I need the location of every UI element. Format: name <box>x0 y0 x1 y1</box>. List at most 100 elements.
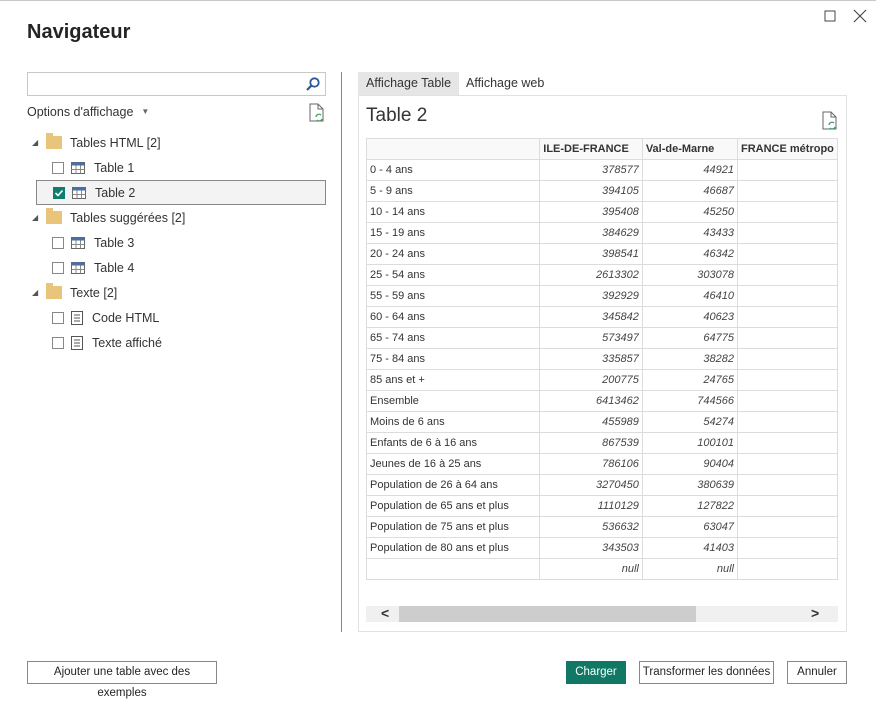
value-cell: 786106 <box>539 453 643 475</box>
table-row: Population de 80 ans et plus 343503 41403 <box>366 537 838 559</box>
table-icon <box>71 161 85 174</box>
value-cell: 90404 <box>641 453 739 475</box>
close-button[interactable] <box>851 7 869 25</box>
row-label-cell: 55 - 59 ans <box>366 285 541 307</box>
column-header[interactable]: FRANCE métropo <box>737 138 838 160</box>
row-label-cell: Jeunes de 16 à 25 ans <box>366 453 541 475</box>
table-icon <box>71 261 85 274</box>
tree-folder-text[interactable]: ◢ Texte [2] <box>30 280 326 305</box>
tree-folder-suggested-tables[interactable]: ◢ Tables suggérées [2] <box>30 205 326 230</box>
value-cell: 41403 <box>641 537 739 559</box>
expand-triangle-icon[interactable]: ◢ <box>32 288 44 297</box>
refresh-button[interactable] <box>308 103 326 126</box>
tree-item-label: Table 2 <box>95 185 136 200</box>
refresh-document-icon <box>822 111 837 130</box>
value-cell: 343503 <box>539 537 643 559</box>
tree-item-table-2[interactable]: Table 2 <box>36 180 326 205</box>
value-cell: 573497 <box>539 327 643 349</box>
tree-item-table-3[interactable]: Table 3 <box>30 230 326 255</box>
row-label-cell: Population de 75 ans et plus <box>366 516 541 538</box>
pane-divider[interactable] <box>341 72 342 632</box>
value-cell: 394105 <box>539 180 643 202</box>
row-label-cell: 15 - 19 ans <box>366 222 541 244</box>
table-icon <box>72 186 86 199</box>
table-row: Jeunes de 16 à 25 ans 786106 90404 <box>366 453 838 475</box>
value-cell <box>737 495 838 517</box>
expand-triangle-icon[interactable]: ◢ <box>32 138 44 147</box>
tree-folder-tables-html[interactable]: ◢ Tables HTML [2] <box>30 130 326 155</box>
checkbox-checked[interactable] <box>53 186 65 199</box>
scroll-right-icon[interactable]: > <box>811 605 819 621</box>
folder-icon <box>46 208 62 224</box>
table-header-row: ILE-DE-FRANCE Val-de-Marne FRANCE métrop… <box>366 138 838 160</box>
table-row: Moins de 6 ans 455989 54274 <box>366 411 838 433</box>
display-options-dropdown[interactable]: Options d'affichage ▼ <box>27 105 149 119</box>
value-cell <box>737 453 838 475</box>
expand-triangle-icon[interactable]: ◢ <box>32 213 44 222</box>
row-label-cell <box>366 558 541 580</box>
data-table: ILE-DE-FRANCE Val-de-Marne FRANCE métrop… <box>366 138 838 580</box>
checkbox[interactable] <box>52 236 64 249</box>
row-label-cell: 60 - 64 ans <box>366 306 541 328</box>
table-row: 25 - 54 ans 2613302 303078 <box>366 264 838 286</box>
checkbox[interactable] <box>52 336 64 349</box>
maximize-button[interactable] <box>821 7 839 25</box>
value-cell <box>737 411 838 433</box>
scrollbar-thumb[interactable] <box>399 606 696 622</box>
value-cell: 398541 <box>539 243 643 265</box>
row-label-cell: Population de 80 ans et plus <box>366 537 541 559</box>
value-cell: 54274 <box>641 411 739 433</box>
folder-icon <box>46 283 62 299</box>
value-cell <box>737 222 838 244</box>
close-icon <box>853 9 867 23</box>
preview-refresh-button[interactable] <box>821 111 839 134</box>
checkbox[interactable] <box>52 261 64 274</box>
table-icon <box>71 236 85 249</box>
value-cell: 45250 <box>641 201 739 223</box>
value-cell: null <box>539 558 643 580</box>
value-cell <box>737 159 838 181</box>
search-box[interactable] <box>27 72 326 96</box>
value-cell: 380639 <box>641 474 739 496</box>
horizontal-scrollbar[interactable]: < > <box>366 605 838 622</box>
checkbox[interactable] <box>52 161 64 174</box>
dialog-title: Navigateur <box>27 21 131 43</box>
value-cell: 46342 <box>641 243 739 265</box>
value-cell: 64775 <box>641 327 739 349</box>
table-row: 85 ans et +200775 24765 <box>366 369 838 391</box>
row-label-cell: Enfants de 6 à 16 ans <box>366 432 541 454</box>
add-table-with-examples-button[interactable]: Ajouter une table avec des exemples <box>27 661 217 699</box>
value-cell: 2613302 <box>539 264 643 286</box>
table-row: 10 - 14 ans 395408 45250 <box>366 201 838 223</box>
checkbox[interactable] <box>52 311 64 324</box>
table-row: Ensemble 6413462 744566 <box>366 390 838 412</box>
value-cell <box>737 264 838 286</box>
column-header[interactable]: Val-de-Marne <box>641 138 739 160</box>
tree-item-table-1[interactable]: Table 1 <box>30 155 326 180</box>
value-cell: 395408 <box>539 201 643 223</box>
tab-table-view[interactable]: Affichage Table <box>358 72 460 95</box>
tree-item-label: Texte affiché <box>92 335 162 350</box>
tree-item-code-html[interactable]: Code HTML <box>30 305 326 330</box>
search-input[interactable] <box>28 73 298 95</box>
text-document-icon <box>71 310 83 325</box>
value-cell <box>737 285 838 307</box>
tree-item-table-4[interactable]: Table 4 <box>30 255 326 280</box>
row-label-cell: Population de 26 à 64 ans <box>366 474 541 496</box>
row-label-cell: 10 - 14 ans <box>366 201 541 223</box>
scroll-left-icon[interactable]: < <box>381 605 389 621</box>
row-label-cell: 0 - 4 ans <box>366 159 541 181</box>
value-cell: 38282 <box>641 348 739 370</box>
column-header[interactable]: ILE-DE-FRANCE <box>539 138 643 160</box>
search-icon[interactable] <box>305 76 321 95</box>
tree-item-displayed-text[interactable]: Texte affiché <box>30 330 326 355</box>
cancel-button[interactable]: Annuler <box>787 661 847 684</box>
value-cell: 24765 <box>641 369 739 391</box>
tree-item-label: Table 1 <box>94 160 135 175</box>
tab-web-view[interactable]: Affichage web <box>458 72 552 95</box>
transform-data-button[interactable]: Transformer les données <box>639 661 774 684</box>
load-button[interactable]: Charger <box>566 661 626 684</box>
preview-title: Table 2 <box>366 105 428 126</box>
column-header[interactable] <box>366 138 541 160</box>
value-cell <box>737 516 838 538</box>
